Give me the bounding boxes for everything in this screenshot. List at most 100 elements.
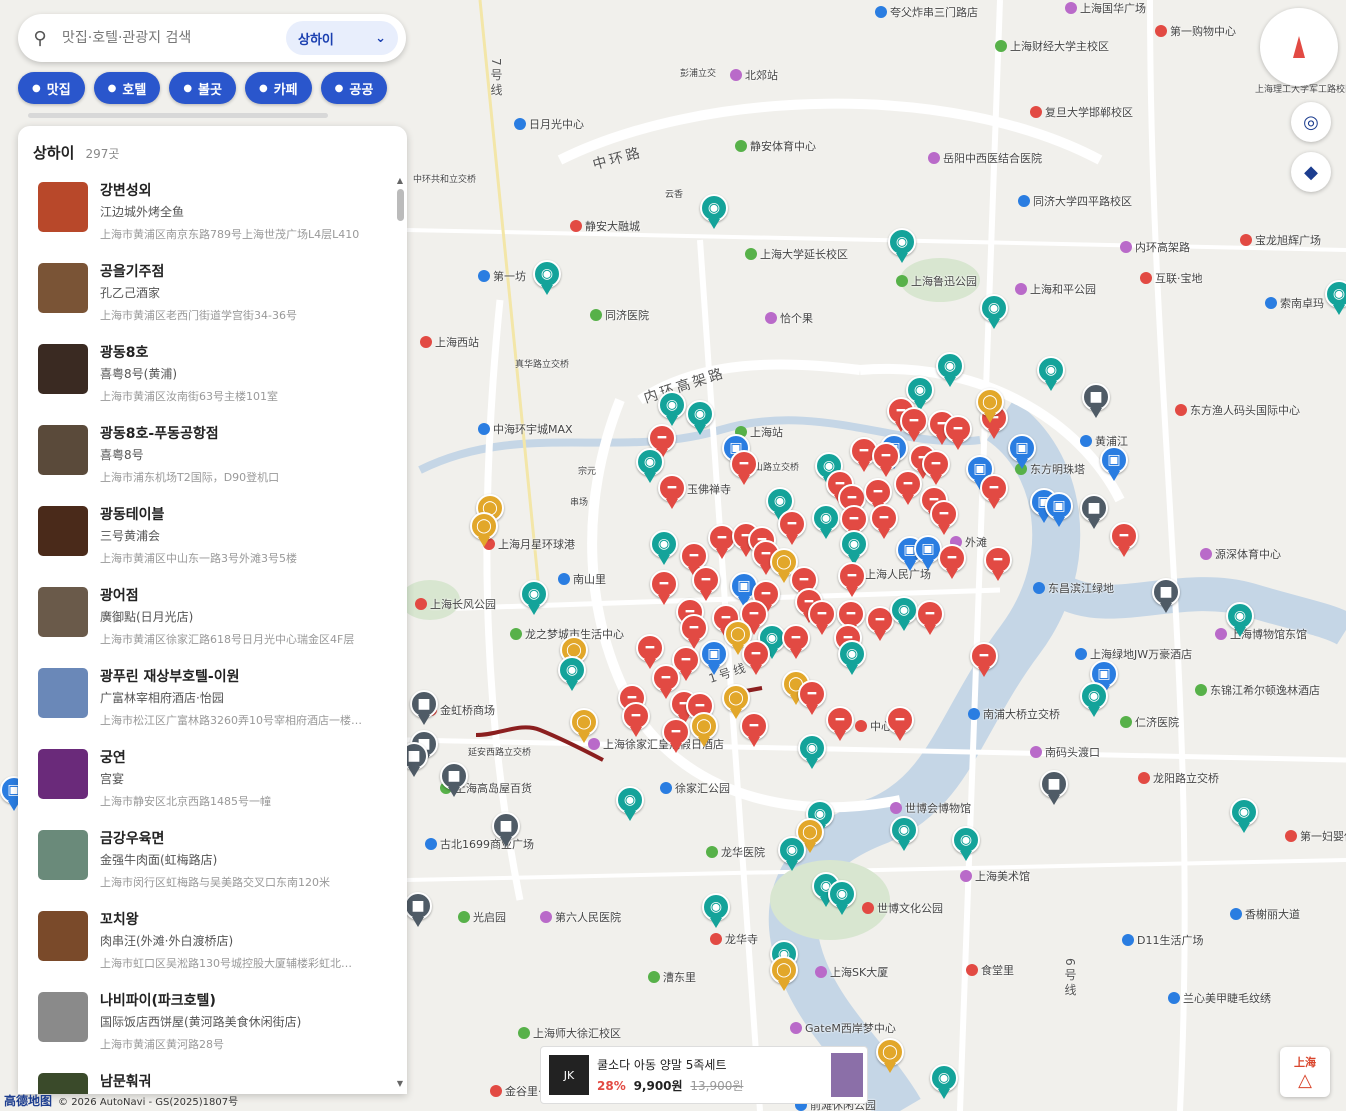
sight-marker[interactable]: ◉ [828,880,856,916]
locate-button[interactable]: ◎ [1291,102,1331,142]
map-poi-label[interactable]: 世博文化公园 [862,900,943,916]
food-marker[interactable]: ━ [870,504,898,540]
sight-marker[interactable]: ◉ [1325,280,1346,316]
map-poi-label[interactable]: 同济医院 [590,307,649,323]
map-poi-label[interactable]: 龙阳路立交桥 [1138,770,1219,786]
chip-scrollbar[interactable] [28,113,328,118]
map-poi-label[interactable]: GateM西岸梦中心 [790,1020,896,1036]
list-item[interactable]: 광동8호 喜粤8号(黄浦) 上海市黄浦区汝南街63号主楼101室 [18,338,407,419]
map-poi-label[interactable]: 索南卓玛 [1265,295,1324,311]
list-item[interactable]: 금강우육면 金强牛肉面(虹梅路店) 上海市闵行区虹梅路与吴美路交叉口东南120米 [18,824,407,905]
sight-marker[interactable]: ◉ [840,530,868,566]
layers-button[interactable]: ◆ [1291,152,1331,192]
map-poi-label[interactable]: 宝龙旭辉广场 [1240,232,1321,248]
food-marker[interactable]: ━ [730,450,758,486]
food-marker[interactable]: ━ [1110,522,1138,558]
city-badge[interactable]: 上海 △ [1280,1047,1330,1097]
food-marker[interactable]: ━ [826,706,854,742]
list-item[interactable]: 광동테이블 三号黄浦会 上海市黄浦区中山东一路3号外滩3号5楼 [18,500,407,581]
map-poi-label[interactable]: 源深体育中心 [1200,546,1281,562]
map-poi-label[interactable]: 夸父炸串三门路店 [875,4,978,20]
food-marker[interactable]: ━ [922,450,950,486]
map-poi-label[interactable]: 兰心美甲睫毛纹绣 [1168,990,1271,1006]
map-poi-label[interactable]: 东昌滨江绿地 [1033,580,1114,596]
list-item[interactable]: 남문훠궈 [18,1067,407,1094]
food-marker[interactable]: ━ [808,600,836,636]
list-item[interactable]: 광어점 廣御點(日月光店) 上海市黄浦区徐家汇路618号日月光中心瑞金区4F层 [18,581,407,662]
food-marker[interactable]: ━ [798,680,826,716]
compass-control[interactable] [1260,8,1338,86]
map-poi-label[interactable]: 内环高架路 [1120,239,1190,255]
food-marker[interactable]: ━ [782,624,810,660]
chip-food[interactable]: ● 맛집 [18,72,85,104]
panel-scrollbar[interactable]: ▲ ▼ [395,176,405,1088]
map-poi-label[interactable]: 南山里 [558,571,606,587]
list-item[interactable]: 광푸린 재상부호텔-이원 广富林宰相府酒店·怡园 上海市松江区广富林路3260弄10… [18,662,407,743]
sight-marker[interactable]: ◉ [936,352,964,388]
scroll-down-icon[interactable]: ▼ [395,1079,405,1088]
map-poi-label[interactable]: 第一妇婴保健院 [1285,828,1346,844]
map-poi-label[interactable]: 上海大学延长校区 [745,246,848,262]
cafe-marker[interactable]: ◯ [976,388,1004,424]
food-marker[interactable]: ━ [778,510,806,546]
sight-marker[interactable]: ◉ [702,893,730,929]
map-poi-label[interactable]: 徐家汇公园 [660,780,730,796]
map-poi-label[interactable]: 第一购物中心 [1155,23,1236,39]
map-poi-label[interactable]: 恰个果 [765,310,813,326]
public-marker[interactable]: ■ [404,892,432,928]
map-poi-label[interactable]: 中海环宇城MAX [478,421,573,437]
hotel-marker[interactable]: ▣ [1008,434,1036,470]
map-poi-label[interactable]: 东锦江希尔顿逸林酒店 [1195,682,1320,698]
sight-marker[interactable]: ◉ [980,294,1008,330]
public-marker[interactable]: ■ [410,690,438,726]
map-poi-label[interactable]: 第一坊 [478,268,526,284]
map-poi-label[interactable]: 第六人民医院 [540,909,621,925]
cafe-marker[interactable]: ◯ [470,512,498,548]
chip-public[interactable]: ● 공공 [320,72,388,104]
sight-marker[interactable]: ◉ [1230,798,1258,834]
food-marker[interactable]: ━ [692,566,720,602]
chip-hotel[interactable]: ● 호텔 [93,72,161,104]
map-poi-label[interactable]: 上海西站 [420,334,479,350]
cafe-marker[interactable]: ◯ [770,956,798,992]
hotel-marker[interactable]: ▣ [700,640,728,676]
ad-banner[interactable]: JK 쿨소다 아동 양말 5족세트 28% 9,900원 13,900원 [540,1046,868,1104]
search-icon[interactable]: ⚲ [18,28,62,49]
map-poi-label[interactable]: 食堂里 [966,962,1014,978]
map-poi-label[interactable]: 上海SK大厦 [815,964,888,980]
map-poi-label[interactable]: 上海美术馆 [960,868,1030,884]
cafe-marker[interactable]: ◯ [690,712,718,748]
sight-marker[interactable]: ◉ [1080,682,1108,718]
food-marker[interactable]: ━ [970,642,998,678]
sight-marker[interactable]: ◉ [658,391,686,427]
hotel-marker[interactable]: ▣ [1100,446,1128,482]
hotel-marker[interactable]: ▣ [1045,492,1073,528]
scroll-up-icon[interactable]: ▲ [395,176,405,185]
map-poi-label[interactable]: 互联·宝地 [1140,270,1203,286]
map-poi-label[interactable]: 上海长风公园 [415,596,496,612]
list-item[interactable]: 강변성외 江边城外烤全鱼 上海市黄浦区南京东路789号上海世茂广场L4层L410 [18,176,407,257]
map-poi-label[interactable]: D11生活广场 [1122,932,1203,948]
list-item[interactable]: 꼬치왕 肉串汪(外滩·外白渡桥店) 上海市虹口区吴淞路130号城控股大厦辅楼彩虹北… [18,905,407,986]
map-poi-label[interactable]: 复旦大学邯郸校区 [1030,104,1133,120]
food-marker[interactable]: ━ [838,562,866,598]
public-marker[interactable]: ■ [1082,383,1110,419]
public-marker[interactable]: ■ [440,762,468,798]
search-input[interactable] [62,30,286,46]
scrollbar-thumb[interactable] [396,189,404,221]
list-item[interactable]: 광동8호-푸동공항점 喜粤8号 上海市浦东机场T2国际，D90登机口 [18,419,407,500]
map-poi-label[interactable]: 光启园 [458,909,506,925]
food-marker[interactable]: ━ [944,415,972,451]
public-marker[interactable]: ■ [492,812,520,848]
city-select[interactable]: 상하이 ⌄ [286,21,398,55]
sight-marker[interactable]: ◉ [700,194,728,230]
map-poi-label[interactable]: 静安体育中心 [735,138,816,154]
food-marker[interactable]: ━ [742,640,770,676]
sight-marker[interactable]: ◉ [798,734,826,770]
map-poi-label[interactable]: 仁济医院 [1120,714,1179,730]
map-poi-label[interactable]: 南浦大桥立交桥 [968,706,1060,722]
chip-cafe[interactable]: ● 카페 [244,72,312,104]
map-poi-label[interactable]: 上海财经大学主校区 [995,38,1109,54]
sight-marker[interactable]: ◉ [890,596,918,632]
food-marker[interactable]: ━ [886,706,914,742]
